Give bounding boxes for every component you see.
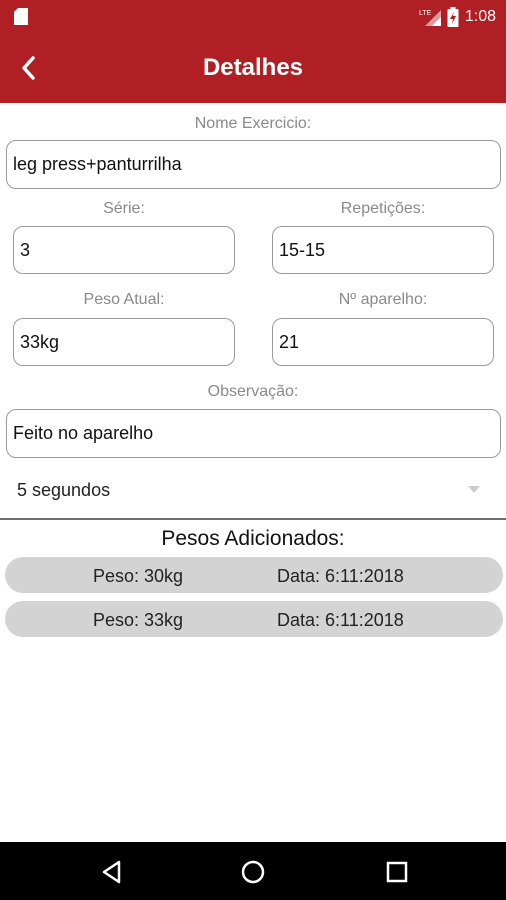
current-weight-field[interactable]: [13, 318, 235, 366]
weight-value: Peso: 33kg: [93, 610, 184, 630]
rest-time-dropdown[interactable]: 5 segundos: [6, 468, 500, 512]
battery-charging-icon: [447, 7, 459, 27]
nav-back-icon[interactable]: [99, 859, 125, 885]
weight-row[interactable]: Peso: 30kg Data: 6:11:2018: [5, 557, 503, 593]
clock: 1:08: [464, 8, 496, 25]
machine-number-label: Nº aparelho:: [338, 291, 428, 308]
repetitions-input[interactable]: [273, 227, 493, 273]
exercise-name-field[interactable]: [6, 140, 501, 189]
network-type-label: LTE: [419, 10, 432, 17]
weight-date: Data: 6:11:2018: [277, 610, 404, 630]
status-icons: LTE 1:08: [419, 6, 496, 28]
machine-number-input[interactable]: [273, 319, 493, 365]
weight-row[interactable]: Peso: 33kg Data: 6:11:2018: [5, 601, 503, 637]
current-weight-label: Peso Atual:: [83, 291, 165, 308]
nav-home-icon[interactable]: [240, 859, 266, 885]
sd-card-icon: [14, 8, 28, 25]
machine-number-field[interactable]: [272, 318, 494, 366]
observation-label: Observação:: [207, 383, 299, 400]
observation-input[interactable]: [7, 410, 500, 457]
series-input[interactable]: [14, 227, 234, 273]
current-weight-input[interactable]: [14, 319, 234, 365]
observation-field[interactable]: [6, 409, 501, 458]
dropdown-arrow-icon: [468, 486, 480, 493]
page-title: Detalhes: [202, 54, 304, 81]
weight-date: Data: 6:11:2018: [277, 566, 404, 586]
repetitions-field[interactable]: [272, 226, 494, 274]
series-field[interactable]: [13, 226, 235, 274]
divider: [0, 518, 506, 520]
system-nav-bar: [0, 842, 506, 900]
repetitions-label: Repetições:: [340, 200, 426, 217]
series-label: Série:: [103, 200, 145, 217]
nav-recents-icon[interactable]: [384, 859, 410, 885]
exercise-name-input[interactable]: [7, 141, 500, 188]
added-weights-title: Pesos Adicionados:: [161, 527, 345, 550]
rest-time-selected: 5 segundos: [17, 480, 111, 500]
signal-icon: LTE: [419, 10, 441, 26]
app-bar: Detalhes: [0, 34, 506, 103]
exercise-name-label: Nome Exercicio:: [194, 115, 312, 132]
status-bar: LTE 1:08: [0, 0, 506, 34]
weight-value: Peso: 30kg: [93, 566, 184, 586]
